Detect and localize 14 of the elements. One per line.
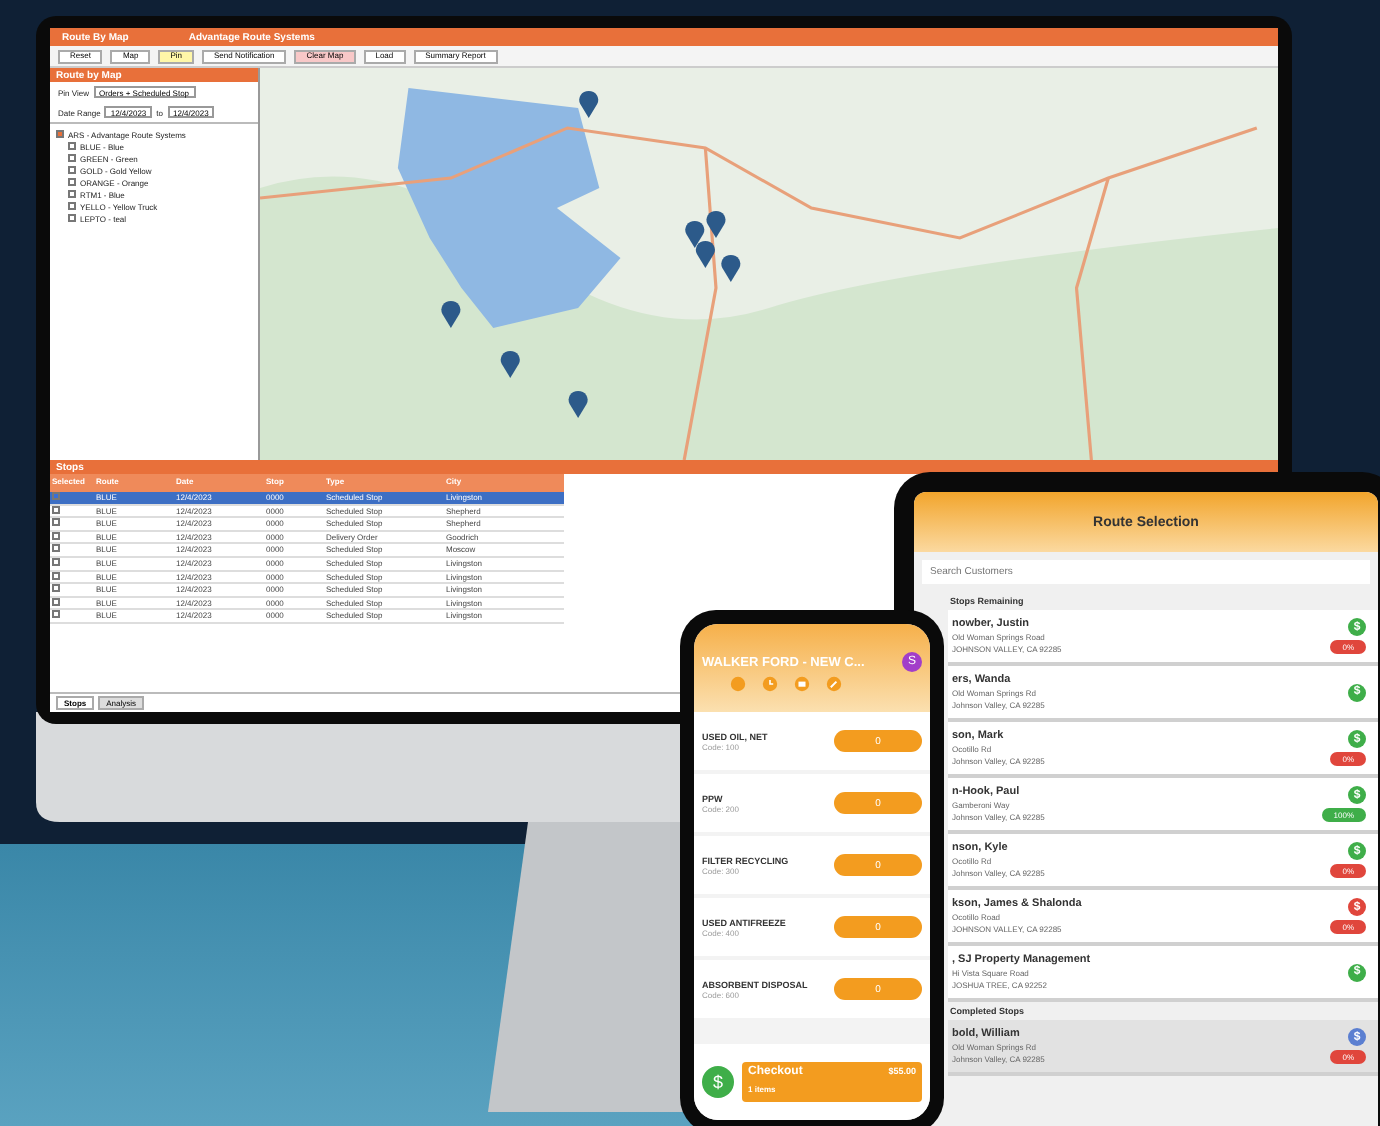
tree-checkbox[interactable] [68,178,76,186]
row-checkbox-cell[interactable] [50,584,94,598]
tree-checkbox[interactable] [68,202,76,210]
tree-checkbox[interactable] [68,142,76,150]
row-checkbox-cell[interactable] [50,610,94,624]
tree-checkbox[interactable] [68,166,76,174]
row-checkbox-cell[interactable] [50,492,94,506]
dollar-icon: $ [702,1066,734,1098]
tree-checkbox[interactable] [68,190,76,198]
tree-checkbox[interactable] [68,214,76,222]
row-checkbox-cell[interactable] [50,544,94,558]
row-checkbox-cell[interactable] [50,518,94,532]
expand-toggle[interactable] [56,130,64,138]
tree-checkbox[interactable] [68,154,76,162]
